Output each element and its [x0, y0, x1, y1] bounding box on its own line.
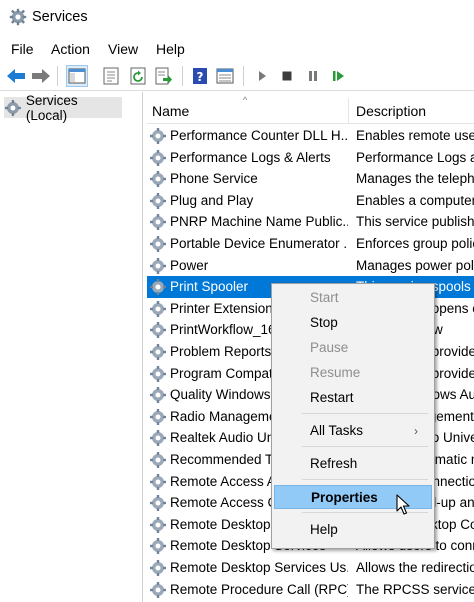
service-row[interactable]: PNRP Machine Name Public... This service …: [147, 211, 474, 233]
service-name: Performance Logs & Alerts: [170, 149, 331, 165]
service-row[interactable]: Power Manages power polic: [147, 255, 474, 277]
service-gear-icon: [150, 365, 166, 382]
service-description: Performance Logs an: [356, 149, 474, 165]
help-icon[interactable]: ?: [189, 65, 211, 87]
restart-service-icon[interactable]: [328, 65, 350, 87]
services-gear-icon: [4, 99, 21, 116]
service-gear-icon: [150, 408, 166, 425]
title-bar: Services: [0, 0, 474, 36]
view-icon[interactable]: [214, 65, 236, 87]
window-title: Services: [32, 9, 88, 25]
pause-service-icon[interactable]: [302, 65, 324, 87]
service-gear-icon: [150, 171, 166, 188]
column-header-name[interactable]: Name: [152, 103, 189, 119]
start-service-icon[interactable]: [251, 65, 273, 87]
service-description: The RPCSS service is: [356, 581, 474, 597]
service-gear-icon: [150, 128, 166, 144]
service-description: Allows the redirectio: [356, 560, 474, 575]
service-gear-icon: [150, 538, 166, 555]
service-description: Manages the telepho: [356, 171, 474, 187]
service-name: Remote Desktop Services Us...: [170, 560, 348, 575]
service-gear-icon: [150, 495, 166, 512]
stop-service-icon[interactable]: [276, 65, 298, 87]
service-gear-icon: [150, 322, 166, 339]
service-name: Remote Procedure Call (RPC): [170, 581, 348, 597]
service-gear-icon: [150, 214, 166, 231]
service-name: Power: [170, 257, 209, 273]
toolbar-separator: [57, 66, 58, 86]
service-gear-icon: [150, 430, 166, 447]
mouse-pointer-icon: [396, 494, 410, 515]
service-description: Enables a computer: [356, 192, 474, 208]
toolbar: ?: [0, 61, 474, 91]
context-menu-all-tasks[interactable]: All Tasks ›: [274, 419, 432, 443]
context-menu-pause: Pause: [310, 340, 349, 355]
service-gear-icon: [150, 344, 166, 360]
context-menu-separator: [302, 446, 428, 447]
context-menu-separator: [302, 479, 428, 480]
console-tree: Services (Local): [0, 92, 143, 602]
service-gear-icon: [150, 300, 166, 317]
column-header-description[interactable]: Description: [356, 103, 426, 119]
context-menu-refresh[interactable]: Refresh: [274, 452, 432, 476]
context-menu-restart[interactable]: Restart: [274, 386, 432, 410]
service-description: Enforces group polic: [356, 236, 474, 251]
service-gear-icon: [150, 387, 166, 404]
service-gear-icon: [150, 192, 166, 209]
service-description: Manages power polic: [356, 257, 474, 273]
menu-view[interactable]: View: [108, 41, 138, 57]
service-gear-icon: [150, 257, 166, 274]
context-menu-resume: Resume: [310, 365, 361, 380]
service-gear-icon: [150, 560, 166, 576]
column-divider[interactable]: [348, 98, 349, 124]
context-menu-stop[interactable]: Stop: [274, 311, 432, 335]
show-hide-console-tree-icon[interactable]: [66, 65, 88, 87]
service-description: Enables remote user: [356, 128, 474, 143]
toolbar-separator: [182, 66, 183, 86]
tree-item-label: Services (Local): [25, 92, 78, 123]
service-row[interactable]: Portable Device Enumerator ... Enforces g…: [147, 233, 474, 255]
properties-icon[interactable]: [100, 65, 122, 87]
service-row[interactable]: Remote Desktop Services Us... Allows the …: [147, 557, 474, 579]
service-gear-icon: [150, 452, 166, 468]
back-icon[interactable]: [5, 65, 27, 87]
service-name: Plug and Play: [170, 192, 254, 208]
service-name: Phone Service: [170, 171, 258, 187]
service-gear-icon: [150, 516, 166, 533]
service-description: This service publishe: [356, 214, 474, 230]
service-name: PNRP Machine Name Public...: [170, 214, 348, 230]
context-menu-start: Start: [310, 290, 339, 305]
context-menu-all-tasks-label: All Tasks: [310, 423, 364, 438]
tree-item-services-local[interactable]: Services (Local): [4, 93, 122, 123]
service-gear-icon: [150, 149, 166, 166]
service-gear-icon: [150, 581, 166, 598]
submenu-arrow-icon: ›: [414, 424, 418, 438]
refresh-icon[interactable]: [127, 65, 149, 87]
service-gear-icon: [150, 473, 166, 490]
service-name: Portable Device Enumerator ...: [170, 236, 348, 251]
service-row[interactable]: Remote Procedure Call (RPC) The RPCSS ser…: [147, 579, 474, 601]
column-header-row: ^ Name Description: [147, 95, 474, 124]
context-menu: Start Stop Pause Resume Restart All Task…: [271, 283, 435, 549]
service-gear-icon: [150, 236, 166, 252]
forward-icon[interactable]: [30, 65, 52, 87]
services-gear-icon: [9, 8, 27, 26]
context-menu-help[interactable]: Help: [274, 518, 432, 542]
svg-text:?: ?: [197, 70, 204, 84]
service-gear-icon: [150, 279, 166, 296]
service-row[interactable]: Performance Logs & Alerts Performance Log…: [147, 147, 474, 169]
service-row[interactable]: Performance Counter DLL H... Enables remo…: [147, 125, 474, 147]
toolbar-separator: [243, 66, 244, 86]
menu-action[interactable]: Action: [51, 41, 90, 57]
menu-file[interactable]: File: [11, 41, 34, 57]
menu-help[interactable]: Help: [156, 41, 185, 57]
service-row[interactable]: Phone Service Manages the telepho: [147, 168, 474, 190]
service-name: Performance Counter DLL H...: [170, 128, 348, 143]
service-row[interactable]: Plug and Play Enables a computer: [147, 190, 474, 212]
sort-ascending-icon: ^: [243, 95, 248, 105]
menu-bar: File Action View Help: [0, 38, 474, 60]
export-list-icon[interactable]: [153, 65, 175, 87]
context-menu-separator: [302, 413, 428, 414]
